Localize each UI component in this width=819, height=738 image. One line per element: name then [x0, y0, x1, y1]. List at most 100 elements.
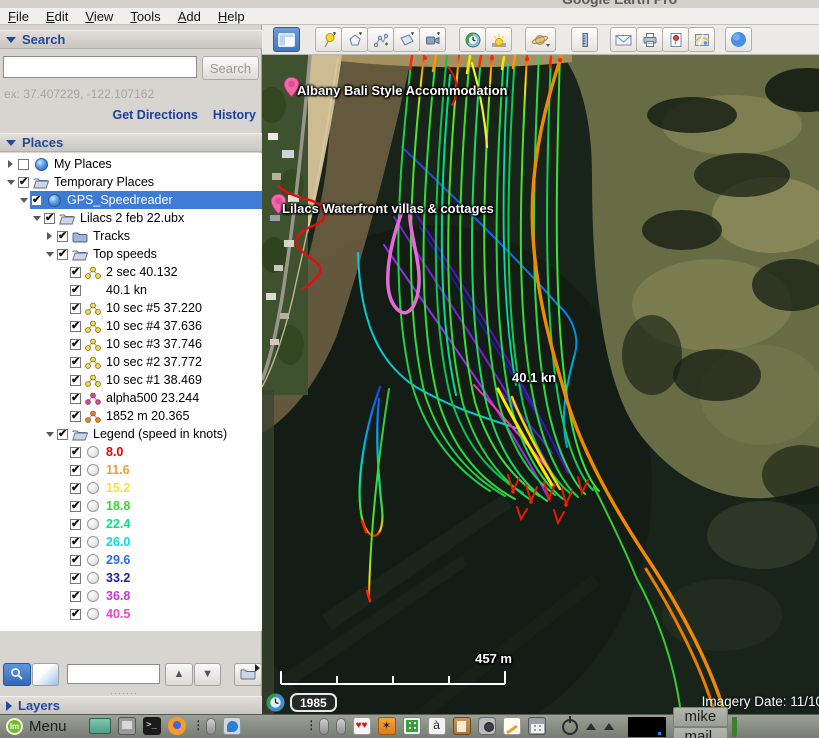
- display-icon[interactable]: [118, 718, 136, 735]
- up-arrow-icon[interactable]: [586, 723, 596, 730]
- history-link[interactable]: History: [213, 108, 256, 122]
- imagery-year-chip[interactable]: 1985: [290, 693, 337, 712]
- thunderbird-icon[interactable]: [223, 718, 241, 735]
- checkbox[interactable]: ✔: [57, 249, 68, 260]
- launcher-icon[interactable]: [319, 718, 329, 735]
- tree-item[interactable]: ✔alpha500 23.244: [0, 389, 262, 407]
- checkbox[interactable]: ✔: [70, 411, 81, 422]
- book-icon[interactable]: [453, 718, 471, 735]
- historical-time-icon[interactable]: [266, 693, 285, 712]
- expander-icon[interactable]: [4, 160, 17, 168]
- checkbox[interactable]: ✔: [70, 267, 81, 278]
- launcher-icon[interactable]: [336, 718, 346, 735]
- ruler-button[interactable]: [571, 27, 598, 52]
- menu-add[interactable]: Add: [178, 9, 201, 24]
- checkbox[interactable]: ✔: [70, 393, 81, 404]
- expander-icon[interactable]: [43, 232, 56, 240]
- window-preview[interactable]: [628, 717, 666, 737]
- record-tour-button[interactable]: [419, 27, 446, 52]
- checkbox[interactable]: ✔: [70, 465, 81, 476]
- char-icon[interactable]: à: [428, 718, 446, 735]
- checkbox[interactable]: ✔: [31, 195, 42, 206]
- camera-icon[interactable]: [478, 718, 496, 735]
- tree-item[interactable]: ✔10 sec #5 37.220: [0, 299, 262, 317]
- folder-actions-button[interactable]: [234, 663, 262, 686]
- tree-item[interactable]: ✔10 sec #4 37.636: [0, 317, 262, 335]
- checkbox[interactable]: ✔: [70, 483, 81, 494]
- tree-item[interactable]: ✔33.2: [0, 569, 262, 587]
- checkbox[interactable]: ✔: [70, 303, 81, 314]
- tree-item[interactable]: ✔36.8: [0, 587, 262, 605]
- calculator-icon[interactable]: [528, 718, 546, 735]
- tree-item[interactable]: ✔Tracks: [0, 227, 262, 245]
- earth-globe-button[interactable]: [725, 27, 752, 52]
- sidebar-toggle-button[interactable]: [273, 27, 300, 52]
- checkbox[interactable]: ✔: [70, 555, 81, 566]
- sunlight-button[interactable]: [485, 27, 512, 52]
- checkbox[interactable]: ✔: [57, 231, 68, 242]
- checkbox[interactable]: ✔: [70, 339, 81, 350]
- places-panel-header[interactable]: Places: [0, 133, 262, 152]
- tree-item[interactable]: ✔11.6: [0, 461, 262, 479]
- expander-icon[interactable]: [30, 216, 43, 221]
- collapse-triangle-icon[interactable]: [6, 140, 16, 146]
- taskbar-window-mail[interactable]: mail: [673, 727, 729, 738]
- terminal-icon[interactable]: >_: [143, 718, 161, 735]
- layers-panel-header[interactable]: Layers: [0, 696, 262, 715]
- menu-view[interactable]: View: [85, 9, 113, 24]
- workspace-sliver[interactable]: [732, 717, 737, 737]
- add-path-button[interactable]: [367, 27, 394, 52]
- up-arrow-icon[interactable]: [604, 723, 614, 730]
- checkbox[interactable]: [18, 159, 29, 170]
- launcher-icon[interactable]: [206, 718, 216, 735]
- collapse-triangle-icon[interactable]: [6, 37, 16, 43]
- tree-item[interactable]: ✔Top speeds: [0, 245, 262, 263]
- add-polygon-button[interactable]: [341, 27, 368, 52]
- checkbox[interactable]: ✔: [70, 447, 81, 458]
- teal-window-icon[interactable]: [89, 718, 111, 735]
- checkbox[interactable]: ✔: [70, 591, 81, 602]
- menu-edit[interactable]: Edit: [46, 9, 68, 24]
- checkbox[interactable]: ✔: [70, 609, 81, 620]
- tree-item[interactable]: ✔29.6: [0, 551, 262, 569]
- toggle-pane-button[interactable]: [32, 663, 60, 686]
- tree-item[interactable]: ✔1852 m 20.365: [0, 407, 262, 425]
- tree-item[interactable]: ✔Lilacs 2 feb 22.ubx: [0, 209, 262, 227]
- get-directions-link[interactable]: Get Directions: [112, 108, 197, 122]
- tree-item[interactable]: ✔Temporary Places: [0, 173, 262, 191]
- checkbox[interactable]: ✔: [57, 429, 68, 440]
- checkbox[interactable]: ✔: [70, 573, 81, 584]
- dots-icon[interactable]: ⋮: [306, 718, 312, 735]
- checkbox[interactable]: ✔: [18, 177, 29, 188]
- map-viewport[interactable]: Albany Bali Style Accommodation Lilacs W…: [262, 55, 819, 714]
- menu-file[interactable]: File: [8, 9, 29, 24]
- checkbox[interactable]: ✔: [70, 285, 81, 296]
- move-up-button[interactable]: ▲: [165, 663, 193, 686]
- search-panel-header[interactable]: Search: [0, 30, 262, 49]
- placemark-label[interactable]: Albany Bali Style Accommodation: [297, 83, 507, 98]
- power-icon[interactable]: [562, 719, 578, 735]
- checkbox[interactable]: ✔: [70, 357, 81, 368]
- add-placemark-button[interactable]: [315, 27, 342, 52]
- tree-item[interactable]: ✔15.2: [0, 479, 262, 497]
- email-button[interactable]: [610, 27, 637, 52]
- tree-item[interactable]: ✔18.8: [0, 497, 262, 515]
- checkbox[interactable]: ✔: [70, 375, 81, 386]
- expander-icon[interactable]: [17, 198, 30, 203]
- add-image-overlay-button[interactable]: [393, 27, 420, 52]
- expander-icon[interactable]: [43, 252, 56, 257]
- tree-item[interactable]: ✔26.0: [0, 533, 262, 551]
- tree-item[interactable]: ✔40.5: [0, 605, 262, 623]
- tree-item[interactable]: My Places: [0, 155, 262, 173]
- tree-item[interactable]: ✔10 sec #3 37.746: [0, 335, 262, 353]
- view-in-maps-button[interactable]: [688, 27, 715, 52]
- expander-icon[interactable]: [43, 432, 56, 437]
- cards-icon[interactable]: ♥♥: [353, 718, 371, 735]
- search-places-button[interactable]: [3, 663, 31, 686]
- tree-item[interactable]: ✔Legend (speed in knots): [0, 425, 262, 443]
- search-input[interactable]: [3, 56, 197, 78]
- tree-item[interactable]: ✔10 sec #2 37.772: [0, 353, 262, 371]
- tree-item[interactable]: ✔2 sec 40.132: [0, 263, 262, 281]
- search-button[interactable]: Search: [202, 56, 259, 80]
- placemark-label[interactable]: Lilacs Waterfront villas & cottages: [282, 201, 494, 216]
